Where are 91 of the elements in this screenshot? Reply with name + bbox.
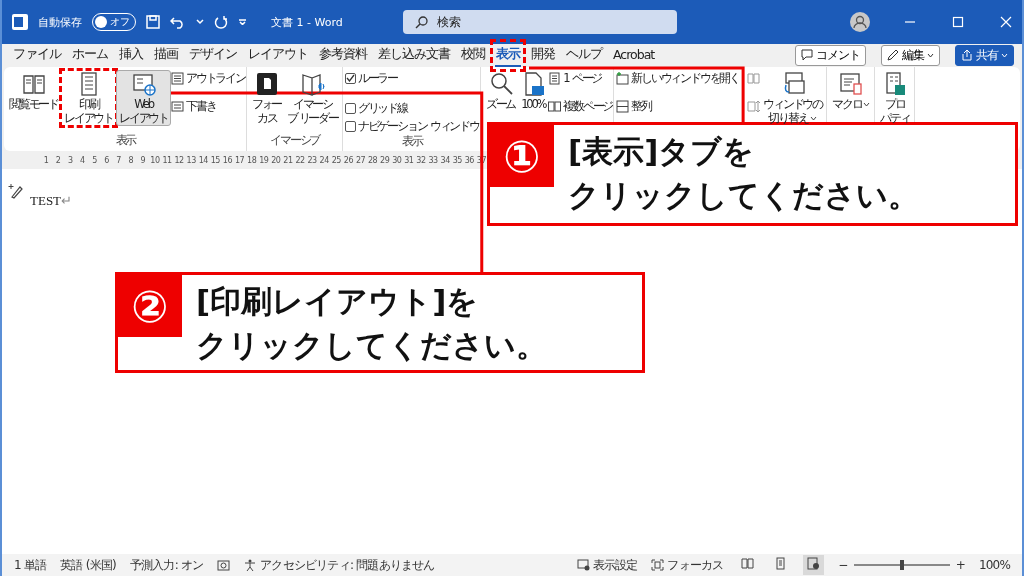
callout-text: [表示]タブを クリックしてください。 (568, 132, 919, 215)
ruler-number: 30 (391, 155, 403, 165)
ribbon-button[interactable]: 整列 (616, 98, 740, 114)
status-text: 予測入力: オン (129, 556, 204, 574)
ruler-number: 17 (233, 155, 246, 165)
ruler-number: 29 (379, 155, 391, 165)
ruler-number: 11 (161, 155, 173, 165)
ruler-number: 25 (330, 155, 342, 165)
ruler-number: 21 (282, 155, 294, 165)
ruler-number: 27 (354, 155, 367, 165)
search-field[interactable]: 検索 (402, 10, 677, 34)
ruler-number: 31 (403, 155, 415, 165)
ribbon-button[interactable]: 下書き (171, 98, 245, 114)
ribbon-button[interactable]: ズーム (482, 70, 519, 112)
ruler-number: 32 (415, 155, 427, 165)
zoom-reading: 100% (978, 558, 1010, 572)
zoom-in-button[interactable]: + (955, 558, 965, 572)
ribbon-tab[interactable]: ヘルプ (565, 43, 603, 67)
ribbon-button[interactable]: プロ パティ (877, 70, 913, 126)
edit-button[interactable]: 編集 (881, 44, 940, 66)
ruler-number: 2 (54, 155, 62, 165)
ruler-number: 35 (451, 155, 463, 165)
zoom-out-button[interactable]: − (838, 558, 848, 572)
callout-text: [印刷レイアウト]を クリックしてください。 (196, 282, 547, 365)
ruler-number: 8 (127, 155, 134, 165)
ruler-number: 9 (139, 155, 147, 165)
ruler-number: 26 (342, 155, 354, 165)
focus-button[interactable]: フォーカス (651, 556, 724, 574)
ribbon-button[interactable]: 1 ページ (548, 70, 613, 86)
status-text: 英語 (米国) (60, 556, 116, 574)
ribbon-tab[interactable]: レイアウト (247, 43, 309, 67)
ruler-number: 24 (318, 155, 330, 165)
ruler-number: 12 (173, 155, 185, 165)
display-settings-button[interactable]: 表示設定 (576, 556, 638, 574)
ribbon-tab[interactable]: 参考資料 (318, 43, 368, 67)
ruler-number: 15 (209, 155, 221, 165)
paragraph-text: TEST (30, 193, 62, 209)
ribbon-button[interactable]: 100% (518, 70, 549, 112)
ruler-number: 14 (197, 155, 209, 165)
ribbon-tab[interactable]: 差し込み文書 (377, 43, 451, 67)
ruler-number: 19 (258, 155, 270, 165)
step-number: ① (490, 125, 554, 187)
ribbon-button[interactable]: Web レイアウト (116, 70, 172, 126)
checkbox[interactable]: グリッド線 (344, 100, 479, 116)
ribbon-button[interactable]: 複数ページ (548, 98, 613, 114)
paragraph-mark: ↵ (61, 193, 73, 209)
ruler-number: 22 (294, 155, 306, 165)
ruler-number: 10 (149, 155, 161, 165)
ribbon-tab[interactable]: ホーム (71, 43, 109, 67)
ribbon-button[interactable]: フォー カス (248, 70, 285, 126)
ribbon-button[interactable]: イマーシ ブ リーダー (284, 70, 341, 126)
autosave-label: 自動保存 (38, 14, 82, 30)
ruler-number: 4 (79, 155, 86, 165)
ruler-number: 13 (185, 155, 197, 165)
ruler-number: 7 (115, 155, 122, 165)
ruler-number: 28 (367, 155, 379, 165)
ruler-number: 33 (427, 155, 439, 165)
ribbon-button[interactable]: マクロ (828, 70, 874, 112)
group-label: 表示 (401, 134, 422, 148)
ruler-number: 34 (439, 155, 451, 165)
ribbon-button[interactable]: 印刷 レイアウト (61, 70, 117, 126)
step-number: ② (118, 275, 182, 337)
checkbox[interactable]: ナビゲーション ウィンドウ (344, 118, 479, 134)
group-label: イマーシブ (270, 133, 320, 147)
share-button[interactable]: 共有 (955, 44, 1014, 66)
ribbon-tab[interactable]: 開発 (530, 43, 556, 67)
comment-button[interactable]: コメント (795, 44, 866, 66)
ribbon-tab[interactable]: Acrobat (612, 44, 656, 66)
ruler-number: 3 (66, 155, 74, 165)
ribbon-button[interactable]: アウトライン (171, 70, 245, 86)
ruler-number: 1 (42, 155, 50, 165)
ribbon-tab[interactable]: デザイン (188, 43, 238, 67)
ribbon-tab[interactable]: ファイル (12, 43, 62, 67)
checkbox[interactable]: ルーラー (344, 70, 479, 86)
window-title: 文書 1 - Word (271, 14, 343, 30)
ruler-number: 6 (103, 155, 110, 165)
ribbon-tab[interactable]: 挿入 (118, 43, 144, 67)
ruler-number: 20 (270, 155, 282, 165)
status-text: 1 単語 (14, 556, 47, 574)
ruler-number: 5 (91, 155, 98, 165)
ribbon-tab[interactable]: 校閲 (460, 43, 486, 67)
ruler-number: 36 (463, 155, 475, 165)
ribbon-button[interactable]: 閲覧モード (6, 70, 61, 112)
accessibility-status[interactable]: アクセシビリティ: 問題ありません (244, 556, 435, 574)
ribbon-tab[interactable]: 描画 (153, 43, 179, 67)
ruler-number: 23 (306, 155, 318, 165)
ribbon-button[interactable]: 新しいウィンドウを開く (616, 70, 740, 86)
group-label: 表示 (115, 133, 136, 147)
ruler-number: 18 (246, 155, 258, 165)
ribbon-button[interactable]: ウィンドウの 切り替え (760, 70, 825, 126)
ruler-number: 16 (221, 155, 234, 165)
